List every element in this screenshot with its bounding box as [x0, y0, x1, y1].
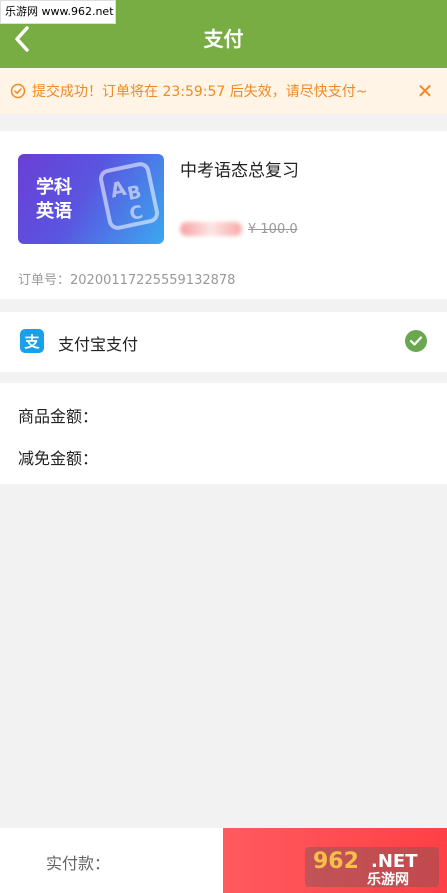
amount-summary: 商品金额： 减免金额：: [0, 383, 447, 484]
close-icon[interactable]: ✕: [415, 80, 435, 102]
payment-method-alipay[interactable]: 支 支付宝支付: [0, 312, 447, 372]
goods-amount-label: 商品金额：: [18, 407, 99, 426]
watermark-number: 962: [313, 849, 359, 874]
total-label: 实付款：: [46, 854, 111, 873]
checkout-footer: 实付款： 962 .NET 乐游网: [0, 828, 447, 893]
original-price: ¥ 100.0: [248, 221, 298, 237]
discount-amount-label: 减免金额：: [18, 449, 99, 468]
order-notice-banner: 提交成功！订单将在 23:59:57 后失效，请尽快支付~ ✕: [0, 68, 447, 114]
order-number-row: 订单号：20200117225559132878: [18, 269, 235, 288]
notice-text: 提交成功！订单将在 23:59:57 后失效，请尽快支付~: [32, 84, 368, 100]
course-cover: 学科 英语 A B C: [18, 154, 164, 244]
current-price-blurred: [180, 222, 242, 236]
cover-text-line1: 学科: [36, 177, 72, 198]
watermark-top: 乐游网 www.962.net: [0, 0, 116, 24]
course-card: 学科 英语 A B C 中考语态总复习 ¥ 100.0 订单号：20200117…: [0, 131, 447, 299]
order-number: 20200117225559132878: [70, 273, 236, 288]
check-icon: [405, 330, 427, 352]
pay-button[interactable]: 962 .NET 乐游网: [223, 828, 447, 893]
watermark-bottom: 962 .NET 乐游网: [305, 847, 439, 888]
order-number-label: 订单号：: [18, 273, 71, 288]
abc-icon: A B C: [98, 162, 160, 230]
cover-subject: 学科 英语: [32, 176, 76, 224]
watermark-cn: 乐游网: [367, 872, 409, 888]
payment-method-label: 支付宝支付: [58, 335, 139, 354]
alipay-icon: 支: [20, 329, 44, 353]
price-area: ¥ 100.0: [180, 219, 298, 239]
cover-letter-c: C: [128, 202, 145, 225]
clock-check-icon: [10, 83, 26, 99]
page-title: 支付: [203, 27, 244, 51]
course-title: 中考语态总复习: [180, 161, 299, 181]
cover-text-line2: 英语: [36, 201, 72, 222]
